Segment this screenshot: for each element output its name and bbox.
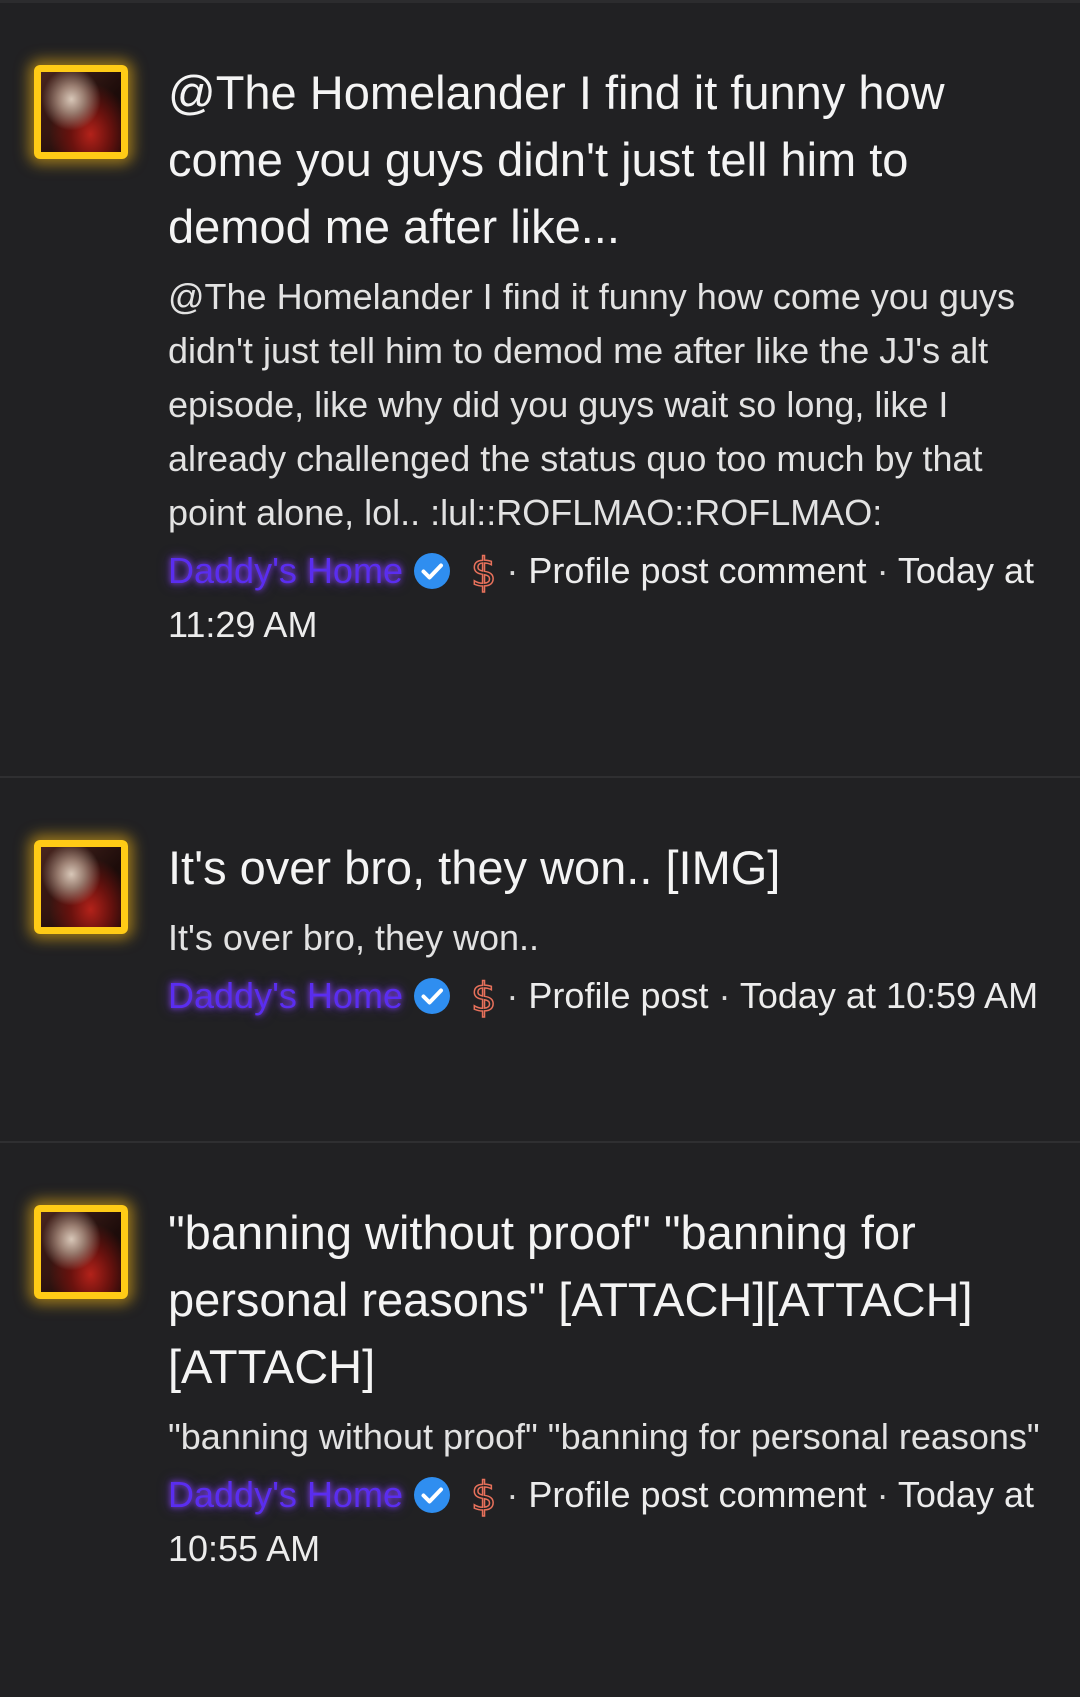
search-result-item: It's over bro, they won.. [IMG] It's ove… [0, 778, 1080, 1143]
result-meta: Daddy's Home $ · Profile post · Today at 1… [168, 969, 1040, 1023]
username-link[interactable]: Daddy's Home [168, 550, 403, 591]
verified-check-icon [413, 1475, 451, 1513]
verified-check-icon [413, 976, 451, 1014]
separator: · [506, 550, 529, 591]
result-snippet: @The Homelander I find it funny how come… [168, 276, 1015, 533]
result-content: It's over bro, they won.. [IMG] It's ove… [168, 834, 1040, 1023]
separator: · [506, 975, 529, 1016]
dollar-icon: $ [470, 975, 497, 1021]
content-type: Profile post [528, 975, 709, 1016]
separator: · [506, 1474, 529, 1515]
content-type: Profile post comment [528, 550, 867, 591]
result-title[interactable]: @The Homelander I find it funny how come… [168, 59, 1040, 260]
result-title[interactable]: "banning without proof" "banning for per… [168, 1199, 1040, 1400]
avatar[interactable] [34, 65, 128, 159]
result-snippet: "banning without proof" "banning for per… [168, 1416, 1040, 1457]
avatar[interactable] [34, 840, 128, 934]
separator: · [708, 975, 740, 1016]
search-result-item: @The Homelander I find it funny how come… [0, 3, 1080, 778]
content-type: Profile post comment [528, 1474, 867, 1515]
separator: · [866, 1474, 898, 1515]
separator: · [866, 550, 898, 591]
result-snippet: It's over bro, they won.. [168, 917, 540, 958]
username-link[interactable]: Daddy's Home [168, 1474, 403, 1515]
result-content: "banning without proof" "banning for per… [168, 1199, 1040, 1576]
result-title[interactable]: It's over bro, they won.. [IMG] [168, 834, 1040, 901]
username-link[interactable]: Daddy's Home [168, 975, 403, 1016]
search-result-item: "banning without proof" "banning for per… [0, 1143, 1080, 1693]
result-meta: Daddy's Home $ · Profile post comment · To… [168, 544, 1040, 652]
timestamp[interactable]: Today at 10:59 AM [740, 975, 1038, 1016]
verified-check-icon [413, 551, 451, 589]
result-meta: Daddy's Home $ · Profile post comment · To… [168, 1468, 1040, 1576]
dollar-icon: $ [470, 550, 497, 596]
dollar-icon: $ [470, 1474, 497, 1520]
avatar[interactable] [34, 1205, 128, 1299]
result-content: @The Homelander I find it funny how come… [168, 59, 1040, 652]
